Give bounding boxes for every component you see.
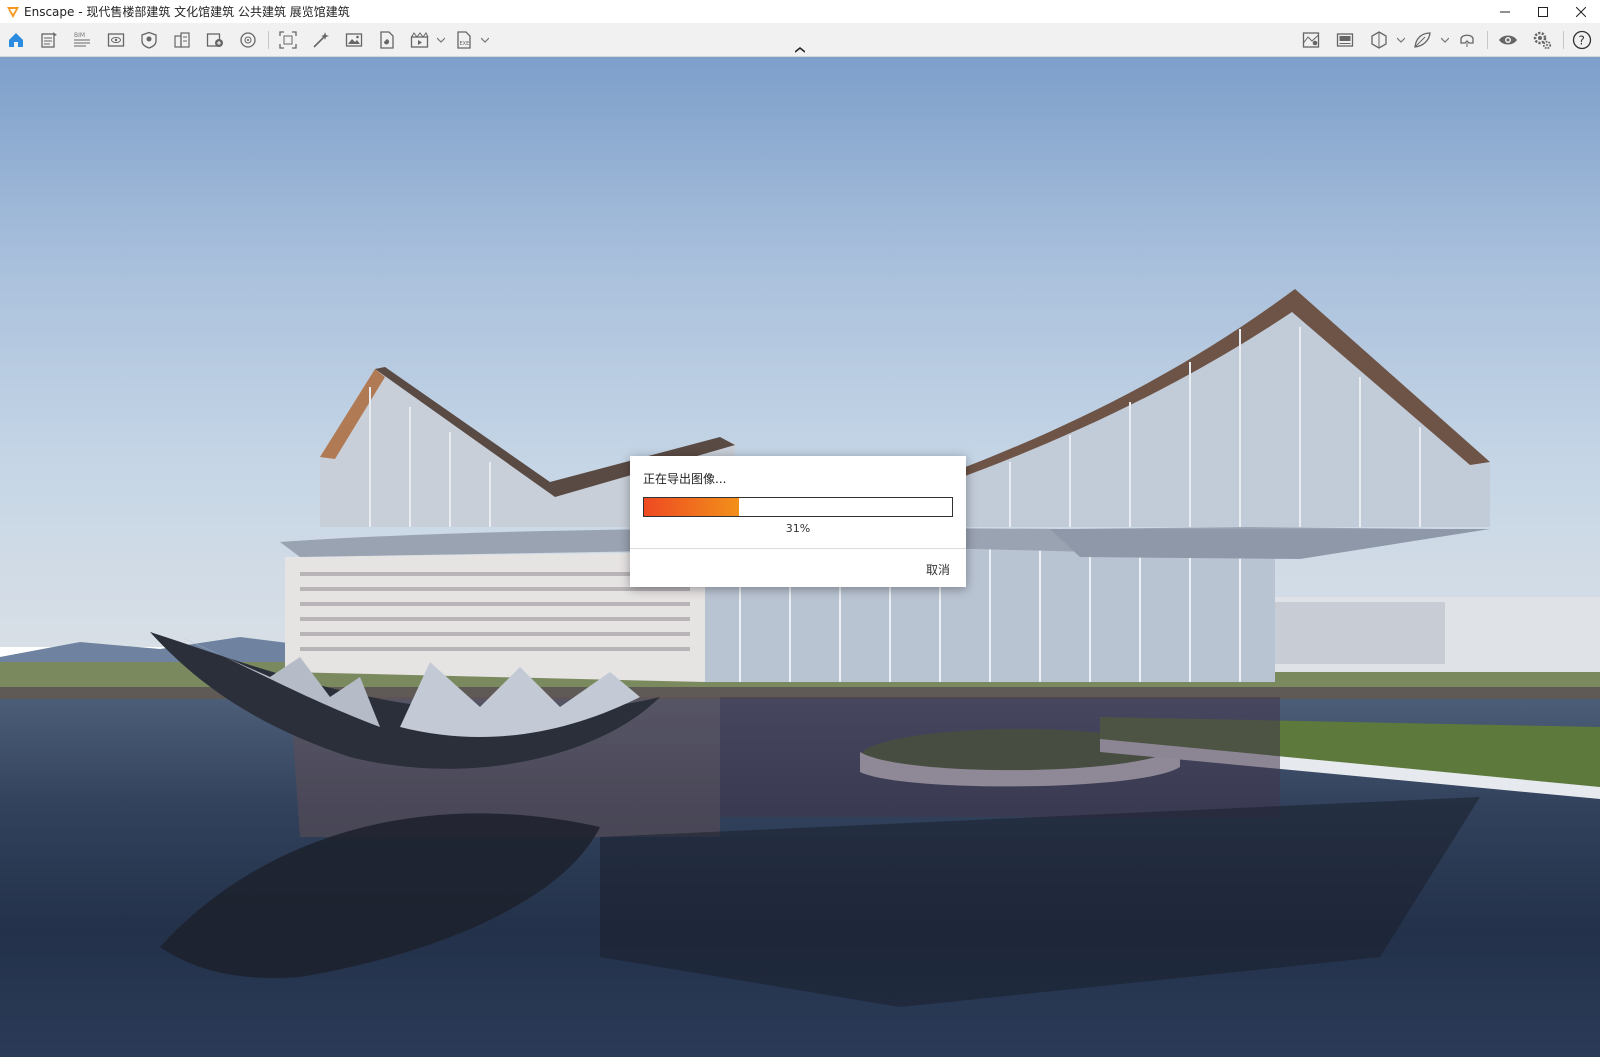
panorama-icon (240, 32, 256, 48)
panorama-button[interactable] (237, 29, 259, 51)
window-title: Enscape - 现代售楼部建筑 文化馆建筑 公共建筑 展览馆建筑 (24, 5, 350, 19)
exe-export-dropdown[interactable] (480, 33, 490, 47)
screenshot-button[interactable] (277, 29, 299, 51)
chevron-down-icon (1397, 37, 1405, 43)
enscape-logo-icon (7, 6, 19, 18)
image-button[interactable] (343, 29, 365, 51)
batch-render-button[interactable] (409, 29, 431, 51)
chevron-down-icon (1441, 37, 1449, 43)
title-bar: Enscape - 现代售楼部建筑 文化馆建筑 公共建筑 展览馆建筑 (0, 0, 1600, 23)
collapse-toolbar-button[interactable] (790, 44, 810, 56)
batch-render-icon (410, 32, 429, 48)
close-button[interactable] (1562, 0, 1600, 23)
leaf-icon (1414, 32, 1431, 48)
section-dropdown[interactable] (1396, 33, 1406, 47)
visual-settings-button[interactable] (138, 29, 160, 51)
settings-gears-icon (1533, 31, 1552, 50)
toolbar-separator (268, 31, 269, 49)
maximize-button[interactable] (1524, 0, 1562, 23)
svg-text:EXE: EXE (460, 41, 470, 47)
leaf-button[interactable] (1411, 29, 1433, 51)
asset-library-icon (41, 32, 57, 48)
eye-button[interactable] (1497, 29, 1519, 51)
minimize-button[interactable] (1486, 0, 1524, 23)
bim-icon: BIM (74, 32, 90, 47)
chevron-down-icon (481, 37, 489, 43)
dialog-divider (630, 548, 966, 549)
progress-percent: 31% (785, 522, 811, 535)
home-icon (9, 33, 23, 47)
building-icon (174, 32, 190, 48)
exe-export-button[interactable]: EXE (453, 29, 475, 51)
chevron-down-icon (437, 37, 445, 43)
svg-text:BIM: BIM (74, 32, 85, 39)
add-view-icon (206, 33, 223, 47)
map-button[interactable] (1300, 29, 1322, 51)
chevron-up-icon (795, 47, 805, 53)
dialog-title: 正在导出图像... (643, 472, 727, 486)
progress-fill (644, 498, 740, 516)
help-button[interactable]: ? (1571, 29, 1593, 51)
map-icon (1302, 32, 1320, 48)
magic-wand-button[interactable] (310, 29, 332, 51)
view-button[interactable] (105, 29, 127, 51)
image-gallery-button[interactable] (1334, 29, 1356, 51)
vr-headset-icon (1460, 34, 1474, 47)
leaf-dropdown[interactable] (1440, 33, 1450, 47)
asset-library-button[interactable] (38, 29, 60, 51)
image-gallery-icon (1336, 33, 1354, 47)
home-button[interactable] (5, 29, 27, 51)
exe-export-icon: EXE (457, 31, 471, 49)
close-icon (1576, 6, 1586, 17)
svg-text:?: ? (1579, 34, 1585, 48)
eye-icon (1499, 35, 1517, 45)
vr-headset-button[interactable] (1456, 29, 1478, 51)
cancel-button[interactable]: 取消 (926, 561, 950, 578)
maximize-icon (1538, 6, 1548, 17)
toolbar-separator (1563, 31, 1564, 49)
window-controls (1486, 0, 1600, 23)
minimize-icon (1500, 11, 1510, 12)
building-button[interactable] (171, 29, 193, 51)
help-icon: ? (1572, 30, 1592, 50)
export-progress-bar (643, 497, 953, 517)
screenshot-icon (279, 31, 297, 49)
add-view-button[interactable] (204, 29, 226, 51)
visual-settings-icon (141, 31, 157, 49)
toolbar-separator (1487, 31, 1488, 49)
export-progress-dialog: 正在导出图像... 31% 取消 (630, 456, 966, 587)
bim-button[interactable]: BIM (71, 29, 93, 51)
settings-button[interactable] (1531, 29, 1553, 51)
section-button[interactable] (1368, 29, 1390, 51)
view-icon (107, 33, 125, 47)
batch-render-dropdown[interactable] (436, 33, 446, 47)
section-icon (1371, 31, 1387, 49)
export-file-icon (380, 31, 394, 49)
magic-wand-icon (313, 32, 329, 48)
image-icon (345, 33, 363, 47)
export-file-button[interactable] (376, 29, 398, 51)
